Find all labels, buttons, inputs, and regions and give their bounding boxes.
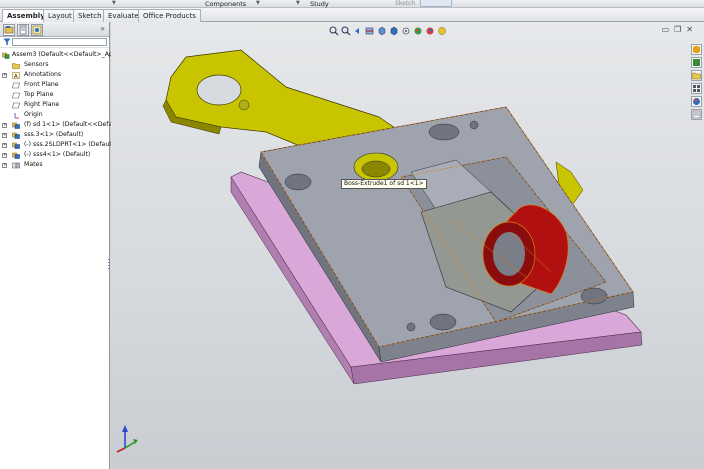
tree-item-label: Annotations (24, 71, 62, 78)
dropdown-arrow-icon[interactable]: ▼ (112, 0, 116, 6)
tree-root-label: Assem3 (Default<<Default>_Appe (12, 51, 121, 58)
filter-icon[interactable] (3, 38, 11, 46)
command-manager-tabs: Assembly Layout Sketch Evaluate Office P… (0, 8, 704, 23)
expand-toggle-icon[interactable]: + (2, 152, 7, 158)
tree-item[interactable]: + (-) sss.2SLDPRT<1> (Default< (0, 140, 119, 150)
assembly-icon (2, 52, 10, 59)
expand-panel-chevron-icon[interactable]: » (100, 24, 105, 33)
origin-icon (14, 112, 19, 118)
ribbon-button[interactable] (420, 0, 452, 7)
tree-item[interactable]: Sensors (0, 60, 109, 70)
feature-tree-icon (4, 26, 14, 34)
expand-toggle-icon[interactable]: + (2, 122, 7, 128)
tree-item-label: sss.3<1> (Default) (24, 131, 84, 138)
feature-tree: Assem3 (Default<<Default>_Appe Sensors + A… (0, 48, 121, 170)
tree-item[interactable]: + A Annotations (0, 70, 109, 80)
tree-item[interactable]: Origin (0, 110, 109, 120)
filter-input[interactable] (12, 38, 107, 46)
tree-item-label: Front Plane (24, 81, 59, 88)
part-icon (12, 122, 20, 129)
tree-item[interactable]: Front Plane (0, 80, 109, 90)
tab-sketch[interactable]: Sketch (73, 9, 107, 22)
command-manager-top-strip: ▼ Components ▼ ▼ Study Sketch (0, 0, 704, 8)
property-icon (19, 25, 27, 35)
svg-text:A: A (14, 74, 18, 79)
tree-item-label: (f) sd 1<1> (Default<<Default (24, 121, 121, 128)
components-button[interactable]: Components (205, 0, 246, 8)
tree-item-label: Origin (24, 111, 43, 118)
tree-item-label: Top Plane (24, 91, 54, 98)
feature-manager-tab[interactable] (3, 24, 15, 36)
part-icon (12, 152, 20, 159)
expand-toggle-icon[interactable]: + (2, 72, 7, 78)
study-button[interactable]: Study (310, 0, 329, 8)
feature-tooltip: Boss-Extrude1 of sd 1<1> (341, 179, 427, 189)
feature-manager-panel: » Assem3 (Default<<Default>_Appe Sensors… (0, 22, 121, 469)
tree-item[interactable]: + (-) sss4<1> (Default) (0, 150, 109, 160)
coordinate-triad-icon (116, 425, 138, 453)
tab-layout[interactable]: Layout (43, 9, 77, 22)
bracket-hole (196, 74, 242, 106)
configuration-icon (32, 25, 42, 35)
tree-item-label: (-) sss4<1> (Default) (24, 151, 91, 158)
part-icon (12, 132, 20, 139)
tree-root-assembly[interactable]: Assem3 (Default<<Default>_Appe (0, 50, 121, 60)
mates-icon (12, 162, 20, 168)
tree-item[interactable]: Top Plane (0, 90, 109, 100)
tree-item-label: (-) sss.2SLDPRT<1> (Default< (24, 141, 119, 148)
tab-office-products[interactable]: Office Products (138, 9, 201, 22)
assembly-model-view[interactable] (111, 22, 704, 469)
expand-toggle-icon[interactable]: + (2, 132, 7, 138)
dropdown-arrow-icon[interactable]: ▼ (296, 0, 300, 6)
graphics-area[interactable]: ▭❐✕ Boss-Extrude1 of sd 1<1> (111, 22, 704, 469)
plane-icon (12, 102, 20, 108)
configuration-manager-tab[interactable] (31, 24, 43, 36)
tree-item-label: Sensors (24, 61, 49, 68)
tree-item[interactable]: Right Plane (0, 100, 109, 110)
sensors-folder-icon (12, 62, 20, 69)
expand-toggle-icon[interactable]: + (2, 142, 7, 148)
part-icon (12, 142, 20, 149)
expand-toggle-icon[interactable]: + (2, 162, 7, 168)
tree-item-label: Mates (24, 161, 43, 168)
tree-item[interactable]: + (f) sd 1<1> (Default<<Default (0, 120, 120, 130)
annotations-icon: A (12, 71, 20, 79)
tree-item-label: Right Plane (24, 101, 60, 108)
feature-manager-tabs: » (0, 22, 109, 37)
plane-icon (12, 92, 20, 98)
sketch-button[interactable]: Sketch (395, 0, 415, 7)
tree-filter (0, 37, 109, 48)
plane-icon (12, 82, 20, 88)
dropdown-arrow-icon[interactable]: ▼ (256, 0, 260, 6)
tree-item[interactable]: + Mates (0, 160, 109, 170)
property-manager-tab[interactable] (17, 24, 29, 36)
tree-item[interactable]: + sss.3<1> (Default) (0, 130, 109, 140)
